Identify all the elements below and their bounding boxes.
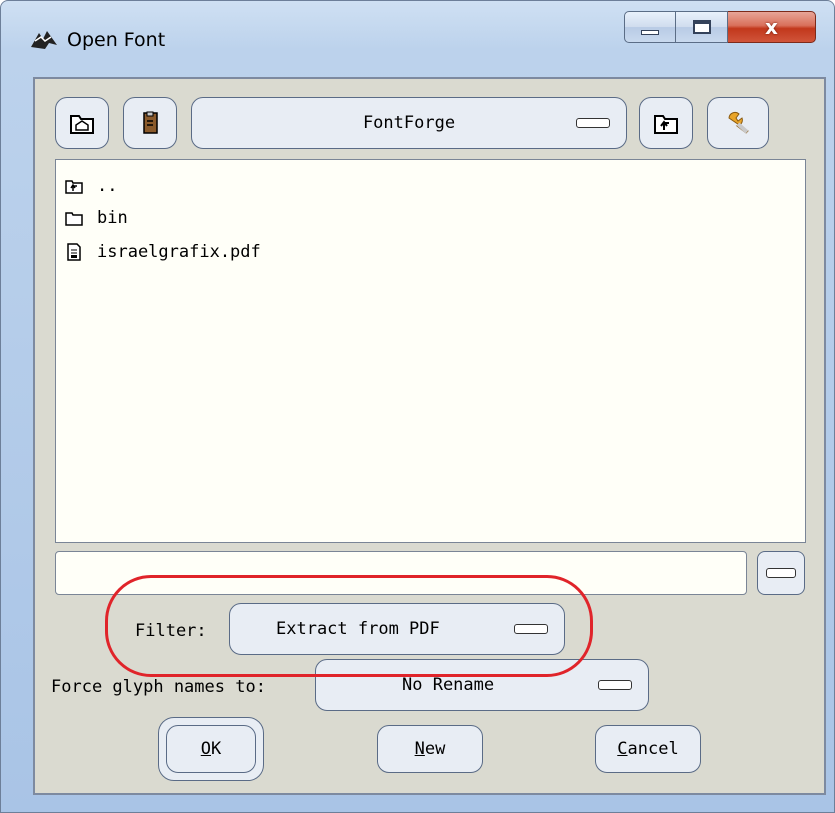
file-name: ..	[97, 176, 118, 196]
dropdown-handle-icon	[576, 118, 610, 128]
new-button[interactable]: New	[377, 725, 483, 773]
list-item[interactable]: bin	[65, 206, 128, 230]
document-icon	[65, 243, 83, 261]
list-item[interactable]: israelgrafix.pdf	[65, 240, 261, 264]
maximize-icon	[692, 20, 711, 34]
force-glyph-names-label: Force glyph names to:	[51, 677, 266, 697]
parent-folder-icon	[65, 177, 83, 195]
ok-label-rest: K	[211, 739, 222, 759]
new-label-rest: ew	[424, 739, 446, 759]
path-value: FontForge	[362, 113, 456, 133]
home-button[interactable]	[55, 97, 109, 149]
parent-folder-button[interactable]	[639, 97, 693, 149]
file-name: bin	[97, 208, 128, 228]
list-item[interactable]: ..	[65, 174, 117, 198]
caption-buttons: x	[624, 11, 816, 43]
ok-label: OK	[201, 739, 222, 759]
cancel-mnemonic: C	[617, 739, 628, 759]
tools-button[interactable]	[707, 97, 769, 149]
annotation-highlight	[105, 575, 593, 677]
file-name: israelgrafix.pdf	[97, 242, 261, 262]
ok-button[interactable]: OK	[166, 725, 256, 773]
filename-history-button[interactable]	[757, 551, 805, 595]
bookmarks-button[interactable]	[123, 97, 177, 149]
cancel-button[interactable]: Cancel	[595, 725, 701, 773]
file-list[interactable]: .. bin israelgrafix.pdf	[55, 159, 806, 543]
dropdown-handle-icon	[598, 680, 632, 690]
parent-folder-icon	[654, 115, 678, 134]
dropdown-handle-icon	[766, 568, 796, 578]
path-dropdown[interactable]: FontForge	[191, 97, 627, 149]
new-label: New	[415, 739, 446, 759]
maximize-button[interactable]	[676, 11, 728, 43]
window-title: Open Font	[67, 29, 166, 51]
wrench-icon	[728, 111, 749, 134]
home-folder-icon	[70, 115, 94, 134]
cancel-label-rest: ancel	[627, 739, 679, 759]
fontforge-app-icon	[31, 31, 57, 49]
close-icon: x	[765, 15, 778, 39]
close-button[interactable]: x	[728, 11, 816, 43]
ok-mnemonic: O	[200, 739, 211, 759]
folder-icon	[65, 209, 83, 227]
minimize-button[interactable]	[624, 11, 676, 43]
new-mnemonic: N	[414, 739, 425, 759]
title-bar[interactable]: Open Font x	[1, 1, 835, 71]
dialog-body: FontForge .. bin israelgrafix.pdf Filter…	[33, 77, 826, 795]
cancel-label: Cancel	[617, 739, 678, 759]
minimize-icon	[641, 29, 659, 35]
open-font-window: Open Font x FontForge .. bin israelgrafi…	[0, 0, 835, 813]
bookmarks-icon	[143, 111, 158, 134]
